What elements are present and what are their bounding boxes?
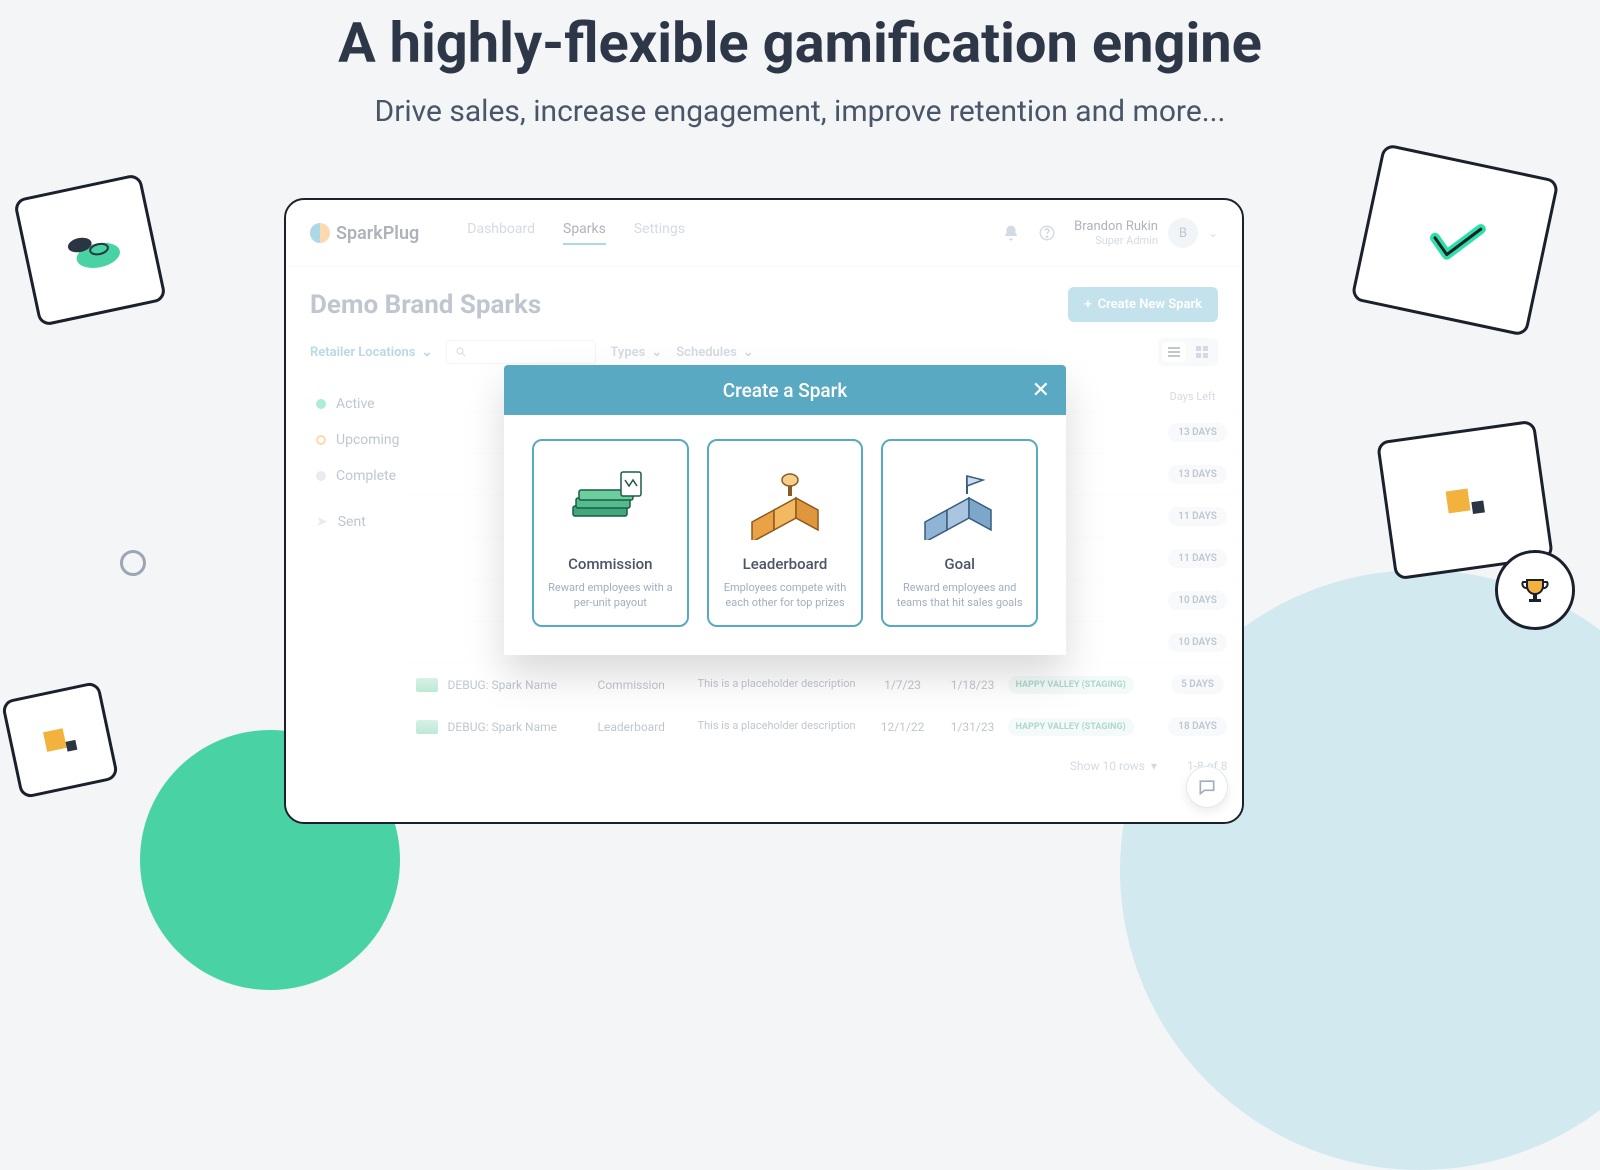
spark-card-desc: Reward employees and teams that hit sale… bbox=[893, 581, 1026, 611]
spark-card-title: Goal bbox=[893, 555, 1026, 573]
leaderboard-illustration-icon bbox=[719, 455, 852, 545]
decorative-trophy-icon bbox=[1495, 550, 1575, 630]
chat-fab[interactable] bbox=[1186, 766, 1228, 808]
decorative-card-icon bbox=[13, 173, 167, 327]
spark-card-desc: Reward employees with a per-unit payout bbox=[544, 581, 677, 611]
chat-icon bbox=[1197, 777, 1217, 797]
spark-card-goal[interactable]: Goal Reward employees and teams that hit… bbox=[881, 439, 1038, 627]
decorative-circle-icon bbox=[120, 550, 146, 576]
modal-title: Create a Spark bbox=[723, 379, 848, 402]
spark-card-title: Commission bbox=[544, 555, 677, 573]
goal-illustration-icon bbox=[893, 455, 1026, 545]
commission-illustration-icon bbox=[544, 455, 677, 545]
create-spark-modal: Create a Spark ✕ Commission Reward emplo… bbox=[504, 365, 1066, 655]
spark-card-commission[interactable]: Commission Reward employees with a per-u… bbox=[532, 439, 689, 627]
hero-subtitle: Drive sales, increase engagement, improv… bbox=[0, 94, 1600, 129]
modal-header: Create a Spark ✕ bbox=[504, 365, 1066, 415]
app-frame: SparkPlug Dashboard Sparks Settings Bran… bbox=[284, 198, 1244, 824]
decorative-card-icon bbox=[1, 681, 120, 800]
modal-close-button[interactable]: ✕ bbox=[1032, 378, 1050, 403]
decorative-check-card-icon bbox=[1350, 143, 1559, 337]
spark-card-title: Leaderboard bbox=[719, 555, 852, 573]
modal-body: Commission Reward employees with a per-u… bbox=[504, 415, 1066, 655]
spark-card-leaderboard[interactable]: Leaderboard Employees compete with each … bbox=[707, 439, 864, 627]
hero-title: A highly-flexible gamification engine bbox=[0, 10, 1600, 76]
spark-card-desc: Employees compete with each other for to… bbox=[719, 581, 852, 611]
